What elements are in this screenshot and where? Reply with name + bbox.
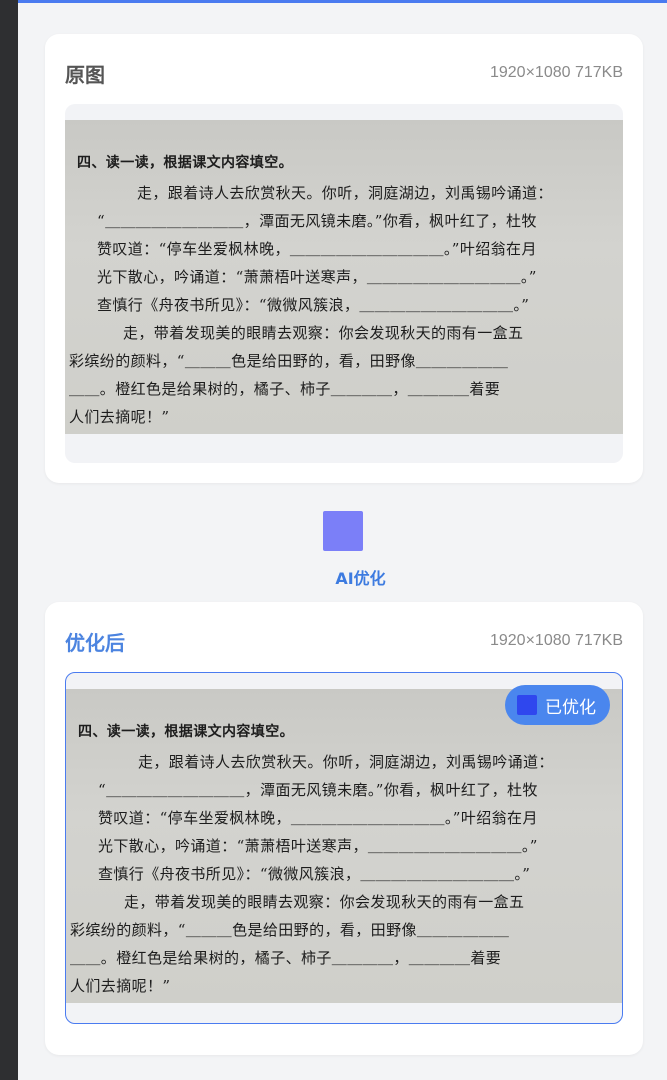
optimized-meta: 1920×1080 717KB [489, 632, 623, 649]
text-line: 赞叹道：“停车坐爱枫林晚，＿＿＿＿＿＿＿＿＿＿。”叶绍翁在月 [98, 809, 538, 827]
text-line: ＿＿。橙红色是给果树的，橘子、柿子＿＿＿＿，＿＿＿＿着要 [69, 380, 501, 398]
text-line: 走，跟着诗人去欣赏秋天。你听，洞庭湖边，刘禹锡吟诵道： [137, 184, 553, 202]
original-title: 原图 [65, 62, 105, 87]
optimized-check-icon [517, 695, 537, 715]
original-image-container[interactable]: 四、读一读，根据课文内容填空。 走，跟着诗人去欣赏秋天。你听，洞庭湖边，刘禹锡吟… [65, 104, 623, 463]
optimized-card: 优化后 1920×1080 717KB 四、读一读，根据课文内容填空。 走，跟着… [45, 602, 643, 1055]
text-line: ＿＿。橙红色是给果树的，橘子、柿子＿＿＿＿，＿＿＿＿着要 [70, 949, 502, 967]
text-line: “＿＿＿＿＿＿＿＿＿，潭面无风镜未磨。”你看，枫叶红了，杜牧 [97, 212, 537, 230]
text-line: 彩缤纷的颜料，“＿＿＿色是给田野的，看，田野像＿＿＿＿＿＿ [70, 921, 510, 939]
text-line: 光下散心，吟诵道：“萧萧梧叶送寒声，＿＿＿＿＿＿＿＿＿＿。” [98, 837, 538, 855]
left-rail [0, 0, 18, 1080]
original-card: 原图 1920×1080 717KB 四、读一读，根据课文内容填空。 走，跟着诗… [45, 34, 643, 483]
optimized-image-container[interactable]: 四、读一读，根据课文内容填空。 走，跟着诗人去欣赏秋天。你听，洞庭湖边，刘禹锡吟… [65, 672, 623, 1024]
original-photo: 四、读一读，根据课文内容填空。 走，跟着诗人去欣赏秋天。你听，洞庭湖边，刘禹锡吟… [65, 120, 623, 434]
optimized-card-header: 优化后 1920×1080 717KB [65, 626, 623, 656]
text-line: 查慎行《舟夜书所见》：“微微风簇浪，＿＿＿＿＿＿＿＿＿＿。” [98, 865, 531, 883]
text-line: “＿＿＿＿＿＿＿＿＿，潭面无风镜未磨。”你看，枫叶红了，杜牧 [98, 781, 538, 799]
text-line: 走，带着发现美的眼睛去观察：你会发现秋天的雨有一盒五 [123, 324, 524, 342]
main-content: 原图 1920×1080 717KB 四、读一读，根据课文内容填空。 走，跟着诗… [18, 3, 667, 1080]
optimized-badge-label: 已优化 [545, 697, 596, 718]
text-line: 光下散心，吟诵道：“萧萧梧叶送寒声，＿＿＿＿＿＿＿＿＿＿。” [97, 268, 537, 286]
optimized-title: 优化后 [65, 630, 125, 655]
text-line: 人们去摘呢！” [69, 408, 170, 426]
optimized-badge: 已优化 [505, 685, 610, 725]
text-line: 彩缤纷的颜料，“＿＿＿色是给田野的，看，田野像＿＿＿＿＿＿ [69, 352, 509, 370]
optimized-photo: 四、读一读，根据课文内容填空。 走，跟着诗人去欣赏秋天。你听，洞庭湖边，刘禹锡吟… [66, 689, 622, 1003]
text-line: 赞叹道：“停车坐爱枫林晚，＿＿＿＿＿＿＿＿＿＿。”叶绍翁在月 [97, 240, 537, 258]
text-line: 走，带着发现美的眼睛去观察：你会发现秋天的雨有一盒五 [124, 893, 525, 911]
text-line: 查慎行《舟夜书所见》：“微微风簇浪，＿＿＿＿＿＿＿＿＿＿。” [97, 296, 530, 314]
original-card-header: 原图 1920×1080 717KB [65, 58, 623, 88]
text-line: 走，跟着诗人去欣赏秋天。你听，洞庭湖边，刘禹锡吟诵道： [138, 753, 554, 771]
ai-optimize-label[interactable]: AI优化 [18, 565, 667, 589]
ai-optimize-icon[interactable] [323, 511, 363, 551]
text-line: 人们去摘呢！” [70, 977, 171, 995]
text-heading: 四、读一读，根据课文内容填空。 [77, 155, 293, 171]
original-meta: 1920×1080 717KB [489, 64, 623, 81]
